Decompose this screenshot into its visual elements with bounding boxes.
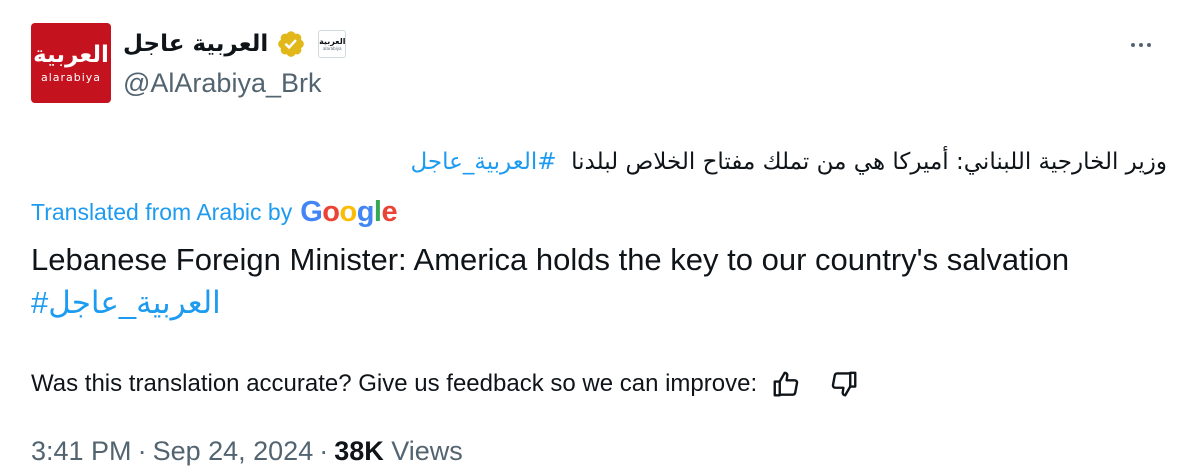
display-name[interactable]: العربية عاجل xyxy=(123,31,268,57)
translated-label: Translated from Arabic by xyxy=(31,199,293,225)
feedback-text: Was this translation accurate? Give us f… xyxy=(31,370,758,397)
more-dot xyxy=(1147,43,1151,47)
thumbs-up-icon[interactable] xyxy=(769,367,803,401)
tweet-date[interactable]: Sep 24, 2024 xyxy=(153,436,314,466)
more-options-icon[interactable] xyxy=(1124,30,1158,60)
google-letter: e xyxy=(381,196,398,228)
translated-by[interactable]: Translated from Arabic by Google xyxy=(31,196,398,229)
hashtag-link[interactable]: #العربية_عاجل xyxy=(411,149,557,175)
user-name-row: العربية عاجل العربية alarabiya xyxy=(123,27,347,61)
google-letter: o xyxy=(322,196,340,228)
google-letter: G xyxy=(300,196,323,228)
google-letter: o xyxy=(339,196,357,228)
views-label: Views xyxy=(391,436,463,466)
meta-separator: · xyxy=(137,436,147,466)
tweet-text-original: وزير الخارجية اللبناني: أميركا هي من تمل… xyxy=(240,145,1168,179)
tweet-arabic-body: وزير الخارجية اللبناني: أميركا هي من تمل… xyxy=(571,149,1167,175)
google-letter: g xyxy=(356,196,375,228)
tweet-text-translated: Lebanese Foreign Minister: America holds… xyxy=(31,238,1151,324)
more-dot xyxy=(1131,43,1135,47)
avatar-logo-latin: alarabiya xyxy=(40,70,102,84)
user-handle[interactable]: @AlArabiya_Brk xyxy=(123,68,321,99)
avatar-logo-arabic: العربية xyxy=(33,41,109,68)
more-dot xyxy=(1139,43,1143,47)
affiliate-badge-latin: alarabiya xyxy=(322,46,342,51)
verified-badge-icon[interactable] xyxy=(276,29,306,59)
avatar[interactable]: العربية alarabiya xyxy=(31,23,111,103)
affiliate-badge-arabic: العربية xyxy=(319,37,346,46)
affiliate-badge[interactable]: العربية alarabiya xyxy=(318,30,347,58)
views-count[interactable]: 38K xyxy=(334,436,384,466)
google-logo: Google xyxy=(300,196,397,229)
tweet-time[interactable]: 3:41 PM xyxy=(31,436,132,466)
meta-separator: · xyxy=(319,436,329,466)
translation-feedback: Was this translation accurate? Give us f… xyxy=(31,366,861,402)
translation-body: Lebanese Foreign Minister: America holds… xyxy=(31,242,1070,277)
tweet-metadata: 3:41 PM · Sep 24, 2024 · 38K Views xyxy=(31,436,463,467)
thumbs-down-icon[interactable] xyxy=(827,367,861,401)
hashtag-link[interactable]: #العربية_عاجل xyxy=(31,285,221,320)
